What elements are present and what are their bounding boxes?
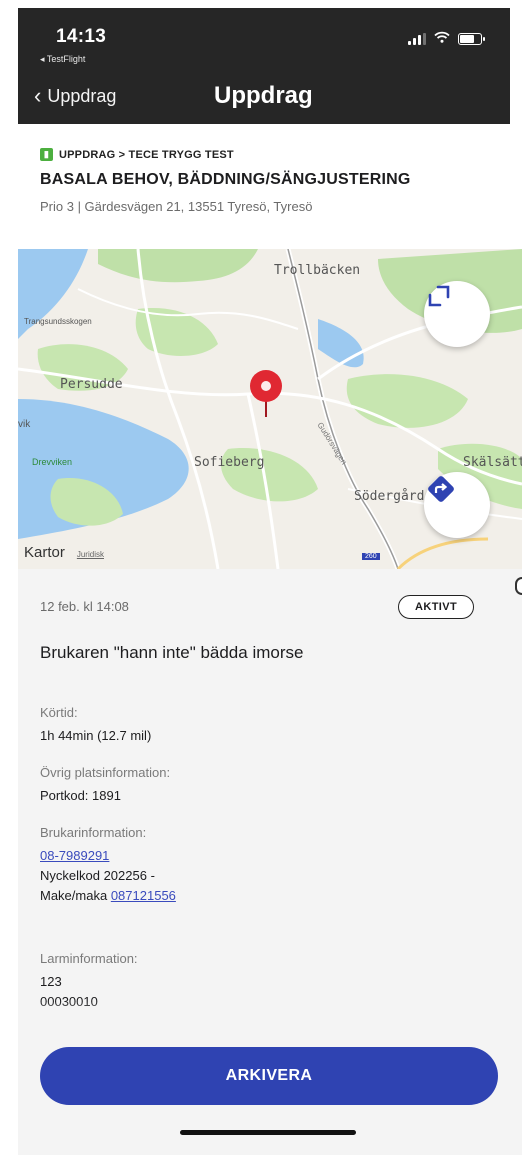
- map-attribution: Kartor Juridisk: [24, 544, 104, 561]
- map-legal-link[interactable]: Juridisk: [77, 550, 104, 559]
- map-label-skalsatt: Skälsätt: [463, 455, 522, 470]
- spouse-phone-link[interactable]: 087121556: [111, 888, 176, 903]
- map-label-trollbacken: Trollbäcken: [274, 263, 361, 278]
- user-key-code: Nyckelkod 202256 -: [40, 868, 155, 883]
- assignment-description: Brukaren "hann inte" bädda imorse: [40, 643, 304, 662]
- map-road-number: 260: [362, 553, 380, 560]
- back-button-label: Uppdrag: [47, 86, 117, 106]
- location-info-field: Övrig platsinformation: Portkod: 1891: [40, 765, 170, 806]
- user-info-field: Brukarinformation: 08-7989291 Nyckelkod …: [40, 825, 176, 906]
- drive-time-field: Körtid: 1h 44min (12.7 mil): [40, 705, 151, 746]
- assignment-subtitle: Prio 3 | Gärdesvägen 21, 13551 Tyresö, T…: [40, 199, 313, 214]
- scroll-fade: [18, 1001, 522, 1025]
- testflight-back-link[interactable]: ◂ TestFlight: [40, 54, 85, 65]
- assignment-title: BASALA BEHOV, BÄDDNING/SÄNGJUSTERING: [40, 171, 411, 188]
- top-bar: 14:13 ◂ TestFlight ‹ Uppdrag Uppdrag: [18, 8, 510, 124]
- user-info-label: Brukarinformation:: [40, 825, 147, 840]
- map-label-drevviken: Drevviken: [32, 457, 73, 467]
- spouse-prefix: Make/maka: [40, 888, 108, 903]
- map-label-trangsundsskogen: Trangsundsskogen: [24, 317, 92, 326]
- status-badge: AKTIVT: [398, 595, 475, 619]
- drive-time-label: Körtid:: [40, 705, 78, 720]
- alarm-line-1: 123: [40, 974, 62, 989]
- map-label-sofieberg: Sofieberg: [194, 455, 265, 470]
- home-indicator[interactable]: [180, 1130, 356, 1135]
- apple-maps-logo: Kartor: [24, 544, 65, 561]
- back-button[interactable]: ‹ Uppdrag: [34, 82, 117, 108]
- location-info-label: Övrig platsinformation:: [40, 765, 171, 780]
- battery-icon: [458, 33, 485, 45]
- breadcrumb: ▮ UPPDRAG > TECE TRYGG TEST: [40, 148, 500, 161]
- user-info-value: 08-7989291 Nyckelkod 202256 - Make/maka …: [40, 846, 176, 906]
- assignment-details[interactable]: 12 feb. kl 14:08 AKTIVT Brukaren "hann i…: [18, 569, 522, 1155]
- alarm-info-label: Larminformation:: [40, 951, 138, 966]
- signal-icon: [408, 33, 426, 45]
- drive-time-value: 1h 44min (12.7 mil): [40, 728, 152, 743]
- status-icons: [408, 30, 485, 48]
- directions-button[interactable]: [424, 472, 490, 538]
- priority-badge-icon: ▮: [40, 148, 53, 161]
- scroll-indicator: [515, 577, 522, 595]
- map-label-persudde: Persudde: [60, 377, 123, 392]
- map-label-sodergard: Södergård: [354, 489, 425, 504]
- nav-title: Uppdrag: [214, 82, 313, 109]
- wifi-icon: [434, 30, 450, 48]
- assignment-date: 12 feb. kl 14:08: [40, 599, 129, 614]
- archive-button[interactable]: ARKIVERA: [40, 1047, 498, 1105]
- breadcrumb-text: UPPDRAG > TECE TRYGG TEST: [59, 148, 234, 161]
- map-label-vik: vik: [18, 419, 31, 430]
- status-time: 14:13: [56, 26, 107, 47]
- assignment-header: ▮ UPPDRAG > TECE TRYGG TEST BASALA BEHOV…: [40, 148, 500, 214]
- expand-map-button[interactable]: [424, 281, 490, 347]
- chevron-left-icon: ‹: [34, 82, 42, 108]
- user-phone-link[interactable]: 08-7989291: [40, 848, 109, 863]
- map-view[interactable]: Trollbäcken Trangsundsskogen Persudde vi…: [18, 249, 522, 569]
- location-info-value: Portkod: 1891: [40, 788, 121, 803]
